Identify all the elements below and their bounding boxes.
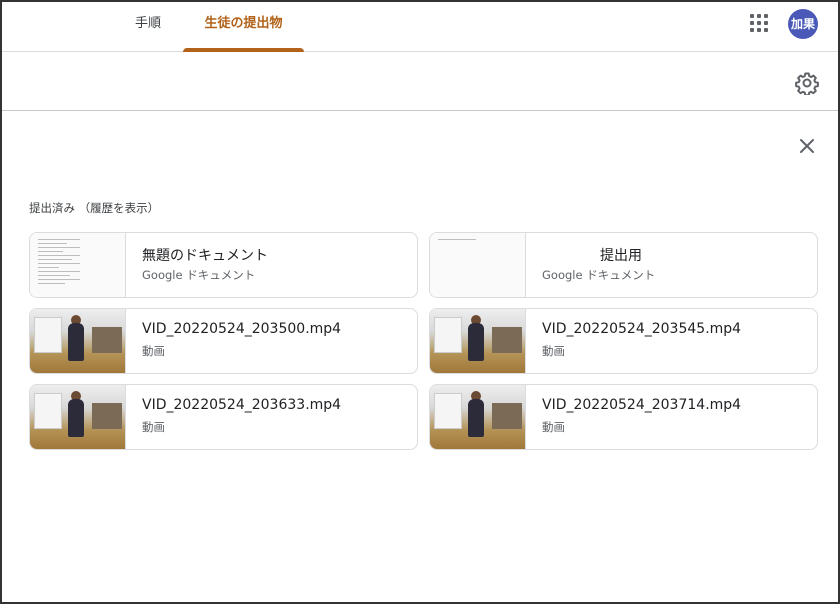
file-title: VID_20220524_203545.mp4 [542,321,742,337]
gear-icon[interactable] [795,71,819,95]
file-card-video-3[interactable]: VID_20220524_203633.mp4 動画 [29,384,418,450]
document-thumbnail [30,233,126,297]
file-type: Google ドキュメント [142,268,256,282]
tab-student-work[interactable]: 生徒の提出物 [183,2,304,52]
video-thumbnail [30,309,126,373]
document-thumbnail [430,233,526,297]
file-title: 提出用 [600,248,642,264]
video-thumbnail [430,385,526,449]
submission-status[interactable]: 提出済み （履歴を表示） [29,200,159,216]
file-type: 動画 [142,420,165,434]
file-title: 無題のドキュメント [142,248,268,264]
close-icon[interactable] [796,135,818,157]
file-type: 動画 [542,344,565,358]
apps-grid-icon[interactable] [750,14,770,34]
file-title: VID_20220524_203633.mp4 [142,397,342,413]
top-bar: 手順 生徒の提出物 加果 [2,2,838,52]
avatar[interactable]: 加果 [788,9,818,39]
file-type: 動画 [142,344,165,358]
toolbar [2,53,838,111]
file-card-video-4[interactable]: VID_20220524_203714.mp4 動画 [429,384,818,450]
file-type: Google ドキュメント [542,268,656,282]
file-card-video-2[interactable]: VID_20220524_203545.mp4 動画 [429,308,818,374]
file-title: VID_20220524_203500.mp4 [142,321,342,337]
file-title: VID_20220524_203714.mp4 [542,397,742,413]
tab-instructions[interactable]: 手順 [118,2,178,52]
file-card-doc-untitled[interactable]: 無題のドキュメント Google ドキュメント [29,232,418,298]
video-thumbnail [430,309,526,373]
file-card-video-1[interactable]: VID_20220524_203500.mp4 動画 [29,308,418,374]
video-thumbnail [30,385,126,449]
app-frame: 手順 生徒の提出物 加果 提出済み （履歴を表示） 無題のドキュメント Goog… [0,0,840,604]
file-card-doc-submission[interactable]: 提出用 Google ドキュメント [429,232,818,298]
file-type: 動画 [542,420,565,434]
